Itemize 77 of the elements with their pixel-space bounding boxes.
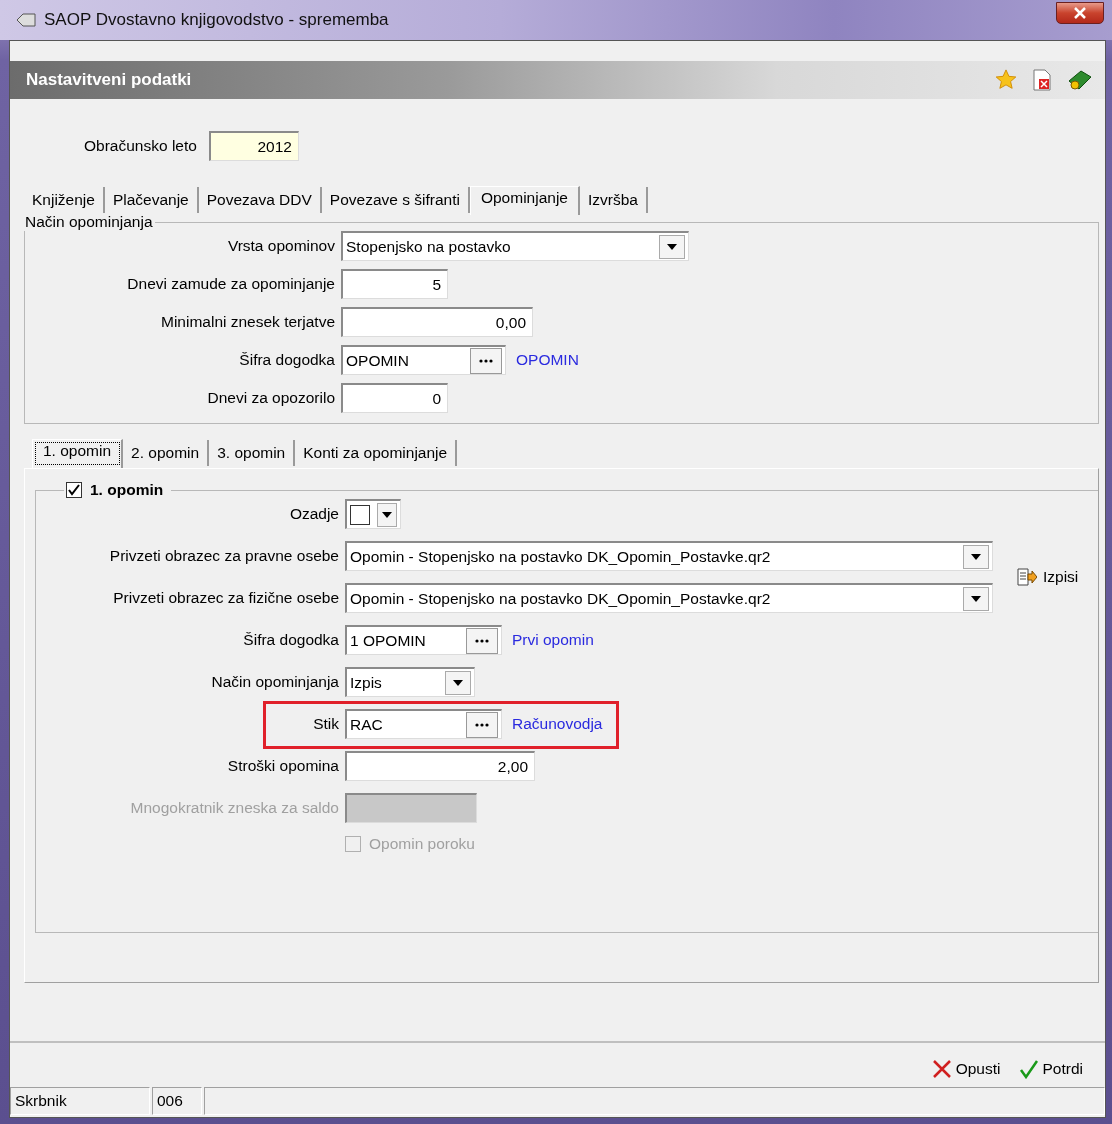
confirm-button[interactable]: Potrdi bbox=[1018, 1059, 1083, 1079]
dropdown-button[interactable] bbox=[963, 586, 989, 611]
dropdown-arrow-icon bbox=[453, 679, 463, 686]
tab[interactable]: Knjiženje bbox=[24, 187, 105, 213]
field-label: Šifra dogodka bbox=[239, 351, 335, 369]
app-icon bbox=[16, 13, 36, 27]
field-label: Stik bbox=[313, 715, 339, 733]
status-code: 006 bbox=[152, 1087, 202, 1115]
header-title: Nastavitveni podatki bbox=[26, 70, 192, 90]
checkbox-label: Opomin poroku bbox=[369, 835, 475, 853]
field-label: Stroški opomina bbox=[227, 757, 339, 775]
checkbox-label: 1. opomin bbox=[90, 481, 164, 499]
document-icon bbox=[1033, 69, 1051, 91]
dropdown-field[interactable]: Opomin - Stopenjsko na postavko DK_Opomin_Postavke.qr2 bbox=[345, 583, 993, 613]
lookup-link[interactable]: Prvi opomin bbox=[512, 631, 594, 649]
status-user: Skrbnik bbox=[10, 1087, 150, 1115]
checkbox[interactable] bbox=[66, 482, 82, 498]
tab[interactable]: 2. opomin bbox=[123, 440, 210, 466]
lookup-link[interactable]: OPOMIN bbox=[516, 351, 579, 369]
browse-button[interactable] bbox=[466, 711, 498, 738]
field-label: Obračunsko leto bbox=[84, 137, 197, 155]
field-label: Privzeti obrazec za pravne osebe bbox=[109, 547, 339, 565]
tab[interactable]: Konti za opominjanje bbox=[295, 440, 458, 466]
cross-icon bbox=[931, 1059, 952, 1079]
window-title: SAOP Dvostavno knjigovodstvo - sprememba bbox=[44, 10, 389, 30]
field-label: Ozadje bbox=[289, 505, 339, 523]
field-label: Mnogokratnik zneska za saldo bbox=[130, 799, 339, 817]
input-field[interactable]: 2012 bbox=[208, 131, 299, 161]
input-field[interactable]: 1 OPOMIN bbox=[345, 625, 502, 655]
input-field[interactable]: RAC bbox=[345, 709, 502, 739]
input-field[interactable]: 5 bbox=[341, 269, 448, 299]
field-label: Minimalni znesek terjatve bbox=[161, 313, 335, 331]
close-button[interactable] bbox=[1056, 2, 1104, 24]
dropdown-button[interactable] bbox=[377, 502, 397, 527]
tab[interactable]: 1. opomin bbox=[32, 439, 124, 468]
field-label: Privzeti obrazec za fizične osebe bbox=[113, 589, 339, 607]
browse-button[interactable] bbox=[466, 627, 498, 654]
print-button[interactable]: Izpisi bbox=[1017, 568, 1079, 586]
star-icon bbox=[995, 69, 1017, 91]
browse-button[interactable] bbox=[470, 347, 502, 374]
dropdown-arrow-icon bbox=[667, 243, 677, 250]
input-field[interactable]: 0 bbox=[341, 383, 448, 413]
field-label: Dnevi za opozorilo bbox=[207, 389, 335, 407]
color-picker[interactable] bbox=[345, 499, 401, 529]
dropdown-arrow-icon bbox=[971, 553, 981, 560]
group-title: Način opominjanja bbox=[24, 213, 154, 231]
help-button[interactable] bbox=[1067, 69, 1093, 91]
tab[interactable]: Opominjanje bbox=[469, 186, 580, 215]
dropdown-arrow-icon bbox=[971, 595, 981, 602]
tab[interactable]: 3. opomin bbox=[209, 440, 296, 466]
tab[interactable]: Izvršba bbox=[579, 187, 648, 213]
dropdown-arrow-icon bbox=[382, 511, 392, 518]
input-field[interactable]: 2,00 bbox=[345, 751, 535, 781]
ellipsis-icon bbox=[479, 358, 493, 363]
dropdown-field[interactable]: Opomin - Stopenjsko na postavko DK_Opomin_Postavke.qr2 bbox=[345, 541, 993, 571]
document-arrow-icon bbox=[1017, 568, 1037, 586]
field-label: Šifra dogodka bbox=[243, 631, 339, 649]
field-label: Vrsta opominov bbox=[227, 237, 335, 255]
cancel-button[interactable]: Opusti bbox=[931, 1059, 1001, 1079]
lookup-link[interactable]: Računovodja bbox=[512, 715, 603, 733]
field-label: Dnevi zamude za opominjanje bbox=[127, 275, 335, 293]
input-field[interactable]: 0,00 bbox=[341, 307, 533, 337]
document-button[interactable] bbox=[1033, 69, 1051, 91]
checkmark-icon bbox=[1018, 1059, 1039, 1079]
dropdown-field[interactable]: Stopenjsko na postavko bbox=[341, 231, 689, 261]
book-icon bbox=[1067, 69, 1093, 91]
dropdown-field[interactable]: Izpis bbox=[345, 667, 475, 697]
ellipsis-icon bbox=[475, 722, 489, 727]
ellipsis-icon bbox=[475, 638, 489, 643]
dropdown-button[interactable] bbox=[659, 234, 685, 259]
input-field[interactable]: OPOMIN bbox=[341, 345, 506, 375]
close-icon bbox=[1074, 7, 1086, 19]
field-label: Način opominjanja bbox=[211, 673, 339, 691]
tab[interactable]: Plačevanje bbox=[104, 187, 199, 213]
tab[interactable]: Povezava DDV bbox=[198, 187, 322, 213]
dropdown-button[interactable] bbox=[963, 544, 989, 569]
dropdown-button[interactable] bbox=[445, 670, 471, 695]
